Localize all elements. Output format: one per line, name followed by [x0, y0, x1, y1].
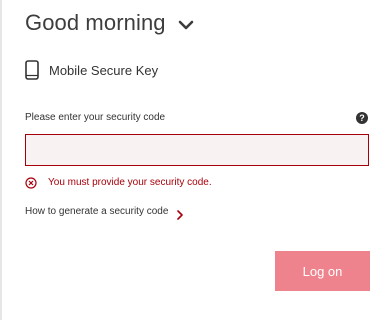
help-icon[interactable]: ? [356, 112, 368, 124]
auth-method-label: Mobile Secure Key [49, 62, 159, 78]
chevron-down-icon[interactable] [178, 18, 194, 30]
logon-button[interactable]: Log on [275, 251, 370, 291]
mobile-phone-icon [25, 60, 39, 80]
how-to-generate-link[interactable]: How to generate a security code [25, 206, 184, 220]
auth-method: Mobile Secure Key [25, 60, 158, 80]
security-code-input[interactable] [25, 134, 369, 166]
error-circle-icon [25, 176, 37, 189]
how-to-generate-label[interactable]: How to generate a security code [25, 206, 168, 217]
greeting-header[interactable]: Good morning [25, 10, 194, 36]
error-message: You must provide your security code. [48, 176, 212, 188]
security-code-label: Please enter your security code [25, 112, 166, 123]
chevron-right-icon[interactable] [177, 207, 184, 220]
left-divider [0, 0, 2, 320]
greeting-title: Good morning [25, 10, 166, 35]
error-message-row: You must provide your security code. [25, 176, 212, 189]
